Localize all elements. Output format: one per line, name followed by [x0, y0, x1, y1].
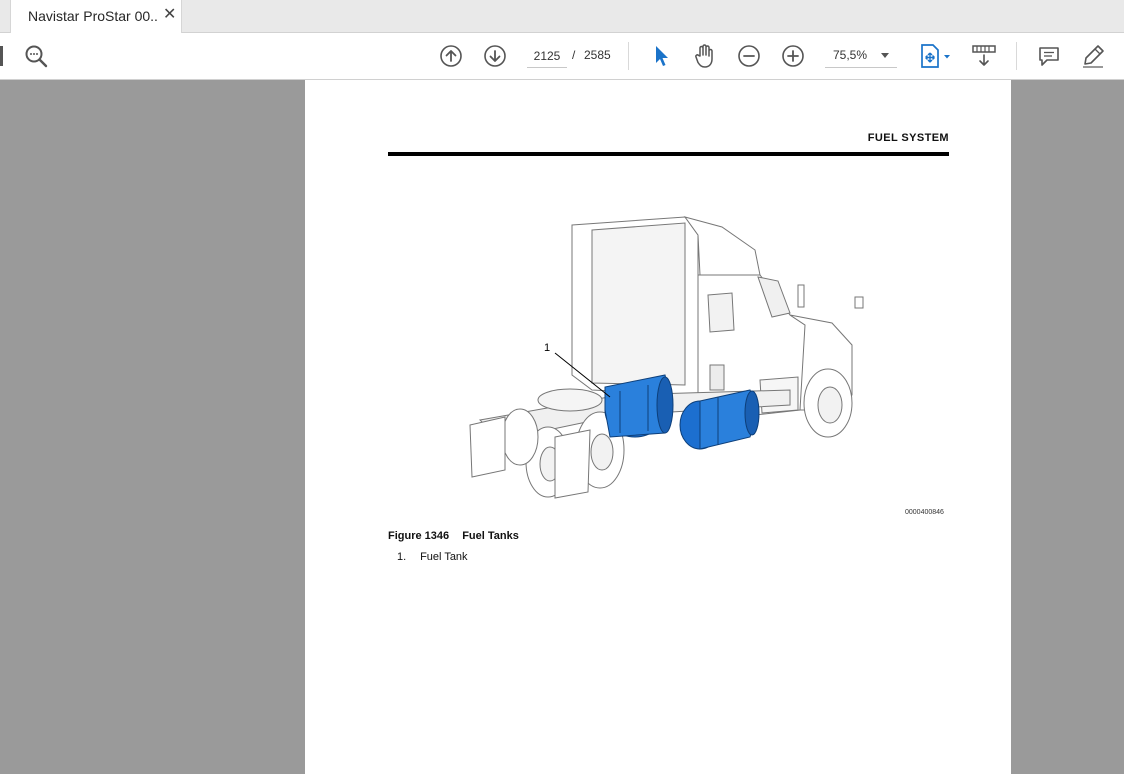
tab-close-icon[interactable]: ✕ [163, 6, 176, 24]
legend-number: 1. [397, 551, 407, 563]
select-cursor-icon [656, 46, 668, 66]
figure-callout-number: 1 [544, 342, 550, 354]
hand-tool-icon [695, 44, 713, 68]
current-page-input[interactable] [527, 44, 567, 68]
toolbar-divider [1016, 42, 1017, 70]
section-title: FUEL SYSTEM [867, 132, 949, 144]
figure-caption: Figure 1346 Fuel Tanks [388, 530, 519, 542]
zoom-value: 75,5% [833, 48, 868, 62]
scroll-mode-icon [972, 45, 996, 66]
tab-title: Navistar ProStar 00... [28, 8, 158, 24]
truck-fuel-tank-illustration: 1 [469, 216, 864, 499]
select-tool-button[interactable] [646, 41, 676, 71]
caption-number: Figure 1346 [388, 530, 450, 542]
search-button[interactable] [21, 41, 51, 71]
hand-tool-button[interactable] [690, 41, 720, 71]
zoom-select[interactable]: 75,5% [825, 44, 897, 68]
figure-id: 0000400846 [905, 509, 944, 516]
highlight-pen-icon [1083, 45, 1104, 68]
scroll-mode-button[interactable] [969, 41, 999, 71]
zoom-out-icon [738, 45, 760, 67]
pdf-viewer-window: Navistar ProStar 00... ✕ / [0, 0, 1124, 774]
document-tab[interactable]: Navistar ProStar 00... ✕ [10, 0, 182, 33]
legend-item: 1. Fuel Tank [397, 551, 468, 563]
zoom-in-button[interactable] [778, 41, 808, 71]
page-separator: / [572, 48, 576, 62]
search-icon [25, 45, 48, 68]
page-up-icon [440, 45, 462, 67]
toolbar-divider [628, 42, 629, 70]
pdf-page: FUEL SYSTEM 1 0000400846 Figure 1346 Fue… [305, 80, 1011, 774]
fit-page-icon [921, 44, 950, 68]
zoom-out-button[interactable] [734, 41, 764, 71]
next-page-button[interactable] [480, 41, 510, 71]
sidebar-toggle-edge[interactable] [0, 46, 3, 66]
chevron-down-icon [881, 53, 889, 58]
comment-button[interactable] [1034, 41, 1064, 71]
caption-title: Fuel Tanks [462, 530, 519, 542]
toolbar: / 2585 75,5% [0, 33, 1124, 80]
total-pages: 2585 [584, 48, 611, 62]
header-rule [388, 152, 949, 156]
previous-page-button[interactable] [436, 41, 466, 71]
zoom-in-icon [782, 45, 804, 67]
highlight-button[interactable] [1078, 41, 1108, 71]
tab-strip: Navistar ProStar 00... ✕ [0, 0, 1124, 33]
comment-icon [1039, 47, 1059, 66]
legend-label: Fuel Tank [420, 551, 468, 563]
page-down-icon [484, 45, 506, 67]
document-viewport[interactable]: FUEL SYSTEM 1 0000400846 Figure 1346 Fue… [0, 80, 1124, 774]
fit-page-button[interactable] [916, 41, 954, 71]
